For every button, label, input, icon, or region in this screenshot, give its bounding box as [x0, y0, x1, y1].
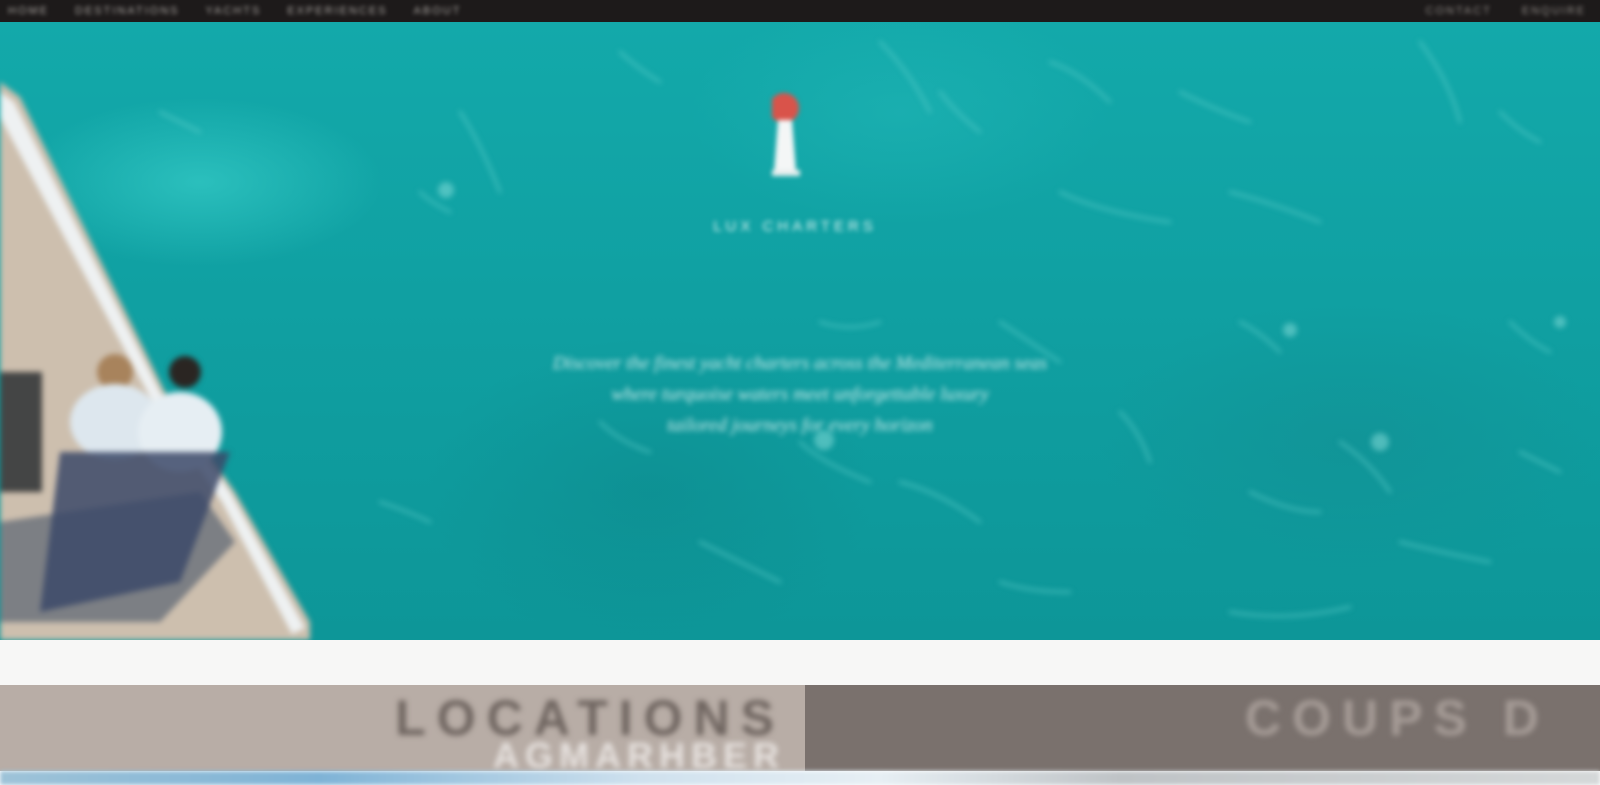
- tagline-line: tailored journeys for every horizon: [667, 415, 933, 436]
- panel-title: COUPS D: [1245, 690, 1550, 746]
- hero-tagline: Discover the finest yacht charters acros…: [330, 348, 1270, 441]
- tagline-line: where turquoise waters meet unforgettabl…: [611, 384, 989, 405]
- utility-nav: Contact Enquire: [1426, 5, 1600, 17]
- nav-item-about[interactable]: About: [414, 5, 462, 17]
- top-navigation-bar: Home Destinations Yachts Experiences Abo…: [0, 0, 1600, 22]
- nav-item-contact[interactable]: Contact: [1426, 5, 1492, 17]
- tagline-line: Discover the finest yacht charters acros…: [552, 353, 1048, 374]
- next-section-preview: [0, 771, 1600, 785]
- nav-item-enquire[interactable]: Enquire: [1522, 5, 1586, 17]
- coups-panel[interactable]: COUPS D: [805, 685, 1600, 771]
- nav-item-yachts[interactable]: Yachts: [205, 5, 261, 17]
- main-nav: Home Destinations Yachts Experiences Abo…: [0, 5, 461, 17]
- nav-item-home[interactable]: Home: [8, 5, 49, 17]
- nav-item-experiences[interactable]: Experiences: [287, 5, 387, 17]
- panel-subtitle: AGMARHBER: [493, 735, 785, 771]
- divider-strip: [0, 640, 1600, 685]
- nav-item-destinations[interactable]: Destinations: [75, 5, 179, 17]
- hero-banner: Lux Charters Discover the finest yacht c…: [0, 22, 1600, 640]
- lighthouse-icon: [772, 93, 800, 176]
- locations-panel[interactable]: LOCATIONS AGMARHBER: [0, 685, 805, 771]
- brand-name: Lux Charters: [713, 218, 877, 235]
- boat-deck-photo: [0, 82, 310, 640]
